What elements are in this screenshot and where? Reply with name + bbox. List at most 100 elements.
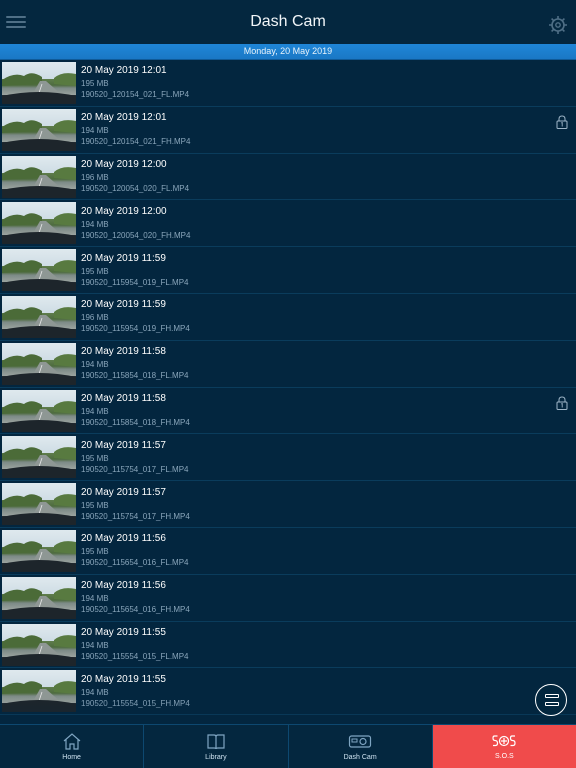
recording-info: 20 May 2019 11:57 195 MB 190520_115754_017… bbox=[80, 434, 189, 480]
recording-filename: 190520_115954_019_FL.MP4 bbox=[81, 277, 189, 287]
video-thumbnail[interactable] bbox=[2, 108, 76, 151]
recording-row[interactable]: 20 May 2019 12:01 195 MB 190520_120154_021… bbox=[0, 60, 576, 107]
recording-info: 20 May 2019 11:57 195 MB 190520_115754_017… bbox=[80, 481, 190, 527]
page-title: Dash Cam bbox=[250, 13, 326, 30]
date-section-header: Monday, 20 May 2019 bbox=[0, 44, 576, 60]
tab-dash-cam[interactable]: Dash Cam bbox=[289, 725, 433, 768]
recording-row[interactable]: 20 May 2019 11:58 194 MB 190520_115854_018… bbox=[0, 340, 576, 388]
tab-home[interactable]: Home bbox=[0, 725, 145, 768]
recording-row[interactable]: 20 May 2019 12:00 194 MB 190520_120054_020… bbox=[0, 200, 576, 248]
video-thumbnail[interactable] bbox=[2, 202, 76, 245]
recording-info: 20 May 2019 12:00 194 MB 190520_120054_020… bbox=[80, 200, 190, 246]
menu-icon[interactable] bbox=[6, 14, 26, 30]
recording-filename: 190520_115954_019_FH.MP4 bbox=[81, 324, 190, 334]
recording-size: 195 MB bbox=[81, 266, 109, 276]
library-icon bbox=[207, 734, 225, 750]
lock-icon[interactable] bbox=[556, 115, 568, 129]
recording-size: 195 MB bbox=[81, 547, 109, 557]
recording-row[interactable]: 20 May 2019 11:56 194 MB 190520_115654_016… bbox=[0, 574, 576, 622]
video-thumbnail[interactable] bbox=[2, 342, 76, 385]
recording-info: 20 May 2019 11:59 195 MB 190520_115954_019… bbox=[80, 247, 189, 293]
recording-date: 20 May 2019 12:01 bbox=[81, 65, 167, 77]
recording-filename: 190520_115754_017_FL.MP4 bbox=[81, 464, 189, 474]
recording-date: 20 May 2019 11:58 bbox=[81, 392, 166, 404]
recording-info: 20 May 2019 11:58 194 MB 190520_115854_018… bbox=[80, 341, 189, 387]
video-thumbnail[interactable] bbox=[2, 155, 76, 198]
recording-info: 20 May 2019 11:59 196 MB 190520_115954_019… bbox=[80, 294, 190, 340]
recording-list[interactable]: 20 May 2019 12:01 195 MB 190520_120154_021… bbox=[0, 60, 576, 724]
recording-filename: 190520_115554_015_FL.MP4 bbox=[81, 651, 189, 661]
video-thumbnail[interactable] bbox=[2, 623, 76, 666]
recording-size: 194 MB bbox=[81, 406, 109, 416]
recording-size: 194 MB bbox=[81, 219, 109, 229]
recording-info: 20 May 2019 11:56 195 MB 190520_115654_016… bbox=[80, 528, 189, 574]
recording-row[interactable]: 20 May 2019 12:00 196 MB 190520_120054_020… bbox=[0, 153, 576, 201]
recording-info: 20 May 2019 12:01 195 MB 190520_120154_021… bbox=[80, 60, 189, 106]
recording-row[interactable]: 20 May 2019 11:59 196 MB 190520_115954_019… bbox=[0, 293, 576, 341]
video-thumbnail[interactable] bbox=[2, 670, 76, 713]
tab-dash-cam-label: Dash Cam bbox=[343, 754, 377, 761]
recording-filename: 190520_115554_015_FH.MP4 bbox=[81, 698, 190, 708]
recording-row[interactable]: 20 May 2019 11:56 195 MB 190520_115654_016… bbox=[0, 527, 576, 575]
recording-filename: 190520_120154_021_FH.MP4 bbox=[81, 137, 191, 147]
video-thumbnail[interactable] bbox=[2, 436, 76, 479]
tab-library-label: Library bbox=[205, 754, 227, 761]
video-thumbnail[interactable] bbox=[2, 483, 76, 526]
recording-row[interactable]: 20 May 2019 12:01 194 MB 190520_120154_021… bbox=[0, 106, 576, 154]
recording-size: 194 MB bbox=[81, 360, 109, 370]
recording-info: 20 May 2019 12:01 194 MB 190520_120154_021… bbox=[80, 107, 190, 153]
recording-date: 20 May 2019 12:01 bbox=[81, 112, 167, 124]
recording-date: 20 May 2019 11:55 bbox=[81, 626, 166, 638]
recording-date: 20 May 2019 11:55 bbox=[81, 673, 166, 685]
video-thumbnail[interactable] bbox=[2, 249, 76, 292]
recording-filename: 190520_115754_017_FH.MP4 bbox=[81, 511, 190, 521]
recording-info: 20 May 2019 11:55 194 MB 190520_115554_015… bbox=[80, 622, 189, 668]
recording-date: 20 May 2019 11:59 bbox=[81, 299, 166, 311]
recording-size: 196 MB bbox=[81, 313, 109, 323]
stack-top-icon bbox=[545, 694, 559, 698]
top-bar: Dash Cam bbox=[0, 0, 576, 44]
bottom-tab-bar: Home Library Dash Cam S.O.S bbox=[0, 724, 576, 768]
recording-date: 20 May 2019 11:57 bbox=[81, 486, 166, 498]
settings-icon[interactable] bbox=[548, 15, 568, 35]
recording-info: 20 May 2019 11:58 194 MB 190520_115854_018… bbox=[80, 388, 190, 434]
tab-sos[interactable]: S.O.S bbox=[432, 725, 576, 768]
recording-size: 194 MB bbox=[81, 687, 109, 697]
tab-home-label: Home bbox=[62, 754, 81, 761]
video-thumbnail[interactable] bbox=[2, 529, 76, 572]
recording-filename: 190520_120154_021_FL.MP4 bbox=[81, 90, 190, 100]
recording-info: 20 May 2019 11:55 194 MB 190520_115554_015… bbox=[80, 668, 190, 714]
recording-filename: 190520_115654_016_FL.MP4 bbox=[81, 558, 189, 568]
recording-size: 195 MB bbox=[81, 500, 109, 510]
recording-row[interactable]: 20 May 2019 11:58 194 MB 190520_115854_018… bbox=[0, 387, 576, 435]
recording-size: 194 MB bbox=[81, 126, 109, 136]
recording-row[interactable]: 20 May 2019 11:55 194 MB 190520_115554_015… bbox=[0, 621, 576, 669]
tab-library[interactable]: Library bbox=[144, 725, 289, 768]
recording-date: 20 May 2019 12:00 bbox=[81, 158, 167, 170]
recording-filename: 190520_115654_016_FH.MP4 bbox=[81, 605, 190, 615]
home-icon bbox=[63, 733, 81, 750]
recording-filename: 190520_120054_020_FL.MP4 bbox=[81, 183, 190, 193]
sos-icon bbox=[492, 735, 516, 747]
video-thumbnail[interactable] bbox=[2, 389, 76, 432]
video-thumbnail[interactable] bbox=[2, 62, 76, 104]
lock-icon[interactable] bbox=[556, 396, 568, 410]
recording-date: 20 May 2019 12:00 bbox=[81, 205, 167, 217]
tab-sos-label: S.O.S bbox=[495, 753, 514, 760]
recording-row[interactable]: 20 May 2019 11:55 194 MB 190520_115554_015… bbox=[0, 668, 576, 716]
recording-filename: 190520_115854_018_FL.MP4 bbox=[81, 371, 189, 381]
recording-size: 196 MB bbox=[81, 172, 109, 182]
stack-bottom-icon bbox=[545, 702, 559, 706]
recording-size: 194 MB bbox=[81, 594, 109, 604]
recording-date: 20 May 2019 11:58 bbox=[81, 346, 166, 358]
recording-row[interactable]: 20 May 2019 11:57 195 MB 190520_115754_017… bbox=[0, 434, 576, 482]
recording-date: 20 May 2019 11:56 bbox=[81, 533, 166, 545]
recording-row[interactable]: 20 May 2019 11:57 195 MB 190520_115754_017… bbox=[0, 481, 576, 528]
recording-filename: 190520_115854_018_FH.MP4 bbox=[81, 417, 190, 427]
toggle-view-button[interactable] bbox=[535, 684, 567, 716]
recording-date: 20 May 2019 11:59 bbox=[81, 252, 166, 264]
video-thumbnail[interactable] bbox=[2, 295, 76, 338]
recording-row[interactable]: 20 May 2019 11:59 195 MB 190520_115954_019… bbox=[0, 247, 576, 294]
recording-size: 195 MB bbox=[81, 79, 109, 89]
video-thumbnail[interactable] bbox=[2, 576, 76, 619]
